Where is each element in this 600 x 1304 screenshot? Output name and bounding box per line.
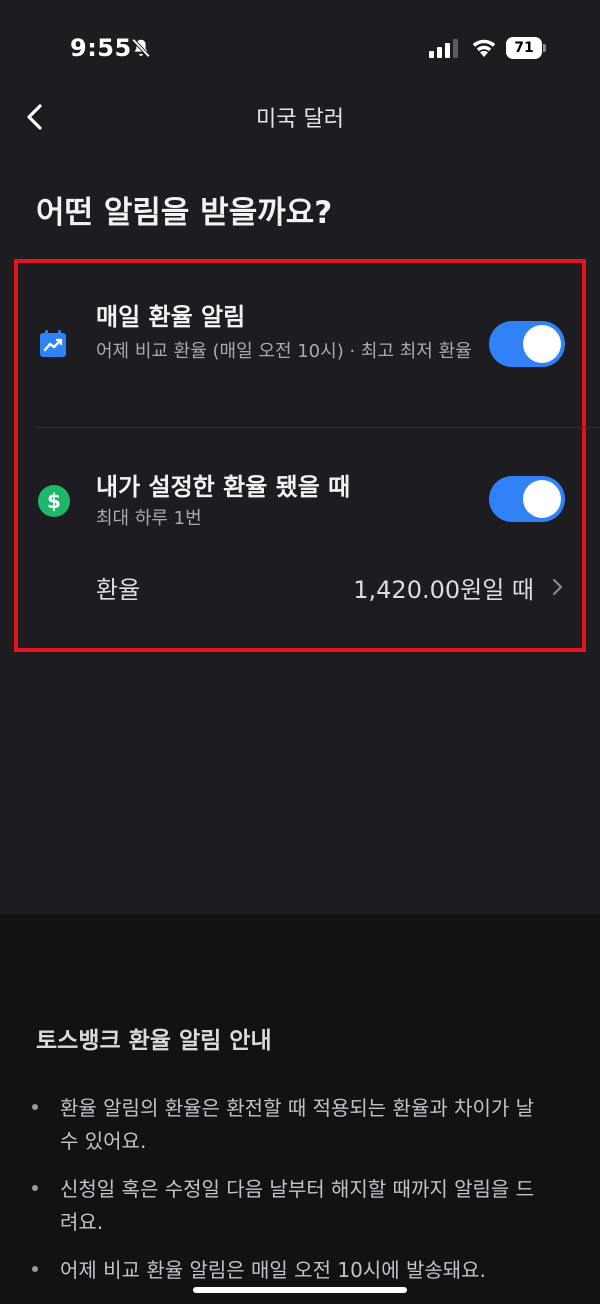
info-text: 신청일 혹은 수정일 다음 날부터 해지할 때까지 알림을 드려요. xyxy=(60,1177,535,1234)
battery-level: 71 xyxy=(514,40,534,56)
setting-title: 내가 설정한 환율 됐을 때 xyxy=(96,473,351,501)
nav-title: 미국 달러 xyxy=(256,107,344,132)
toggle-knob xyxy=(523,480,561,518)
bullet xyxy=(32,1266,38,1272)
rate-setting-row[interactable]: 환율 1,420.00원일 때 xyxy=(0,560,600,612)
toggle-knob xyxy=(523,325,561,363)
setting-daily-rate-alert: 매일 환율 알림 어제 비교 환율 (매일 오전 10시) · 최고 최저 환율 xyxy=(0,292,600,402)
setting-target-rate-alert: $ 내가 설정한 환율 됐을 때 최대 하루 1번 xyxy=(0,462,600,542)
battery-tip xyxy=(543,44,546,52)
info-item: 환율 알림의 환율은 환전할 때 적용되는 환율과 차이가 날 수 있어요. xyxy=(0,1092,600,1158)
status-bar: 9:55 71 xyxy=(0,0,600,96)
divider xyxy=(36,427,600,428)
setting-subtitle: 어제 비교 환율 (매일 오전 10시) · 최고 최저 환율 xyxy=(96,341,472,362)
chevron-right-icon xyxy=(552,578,563,596)
calendar-chart-icon xyxy=(40,330,66,357)
info-title: 토스뱅크 환율 알림 안내 xyxy=(36,1028,272,1054)
info-item: 신청일 혹은 수정일 다음 날부터 해지할 때까지 알림을 드려요. xyxy=(0,1173,600,1239)
battery-icon: 71 xyxy=(506,37,542,59)
home-indicator[interactable] xyxy=(193,1287,407,1293)
info-text: 어제 비교 환율 알림은 매일 오전 10시에 발송돼요. xyxy=(60,1258,486,1282)
screen: 9:55 71 미국 달러 어떤 알림을 받을까요? 매일 환율 알림 어제 비… xyxy=(0,0,600,1304)
info-section: 토스뱅크 환율 알림 안내 환율 알림의 환율은 환전할 때 적용되는 환율과 … xyxy=(0,914,600,1304)
status-time: 9:55 xyxy=(70,34,132,62)
page-title: 어떤 알림을 받을까요? xyxy=(36,195,333,231)
bell-off-icon xyxy=(131,38,151,58)
info-text: 환율 알림의 환율은 환전할 때 적용되는 환율과 차이가 날 수 있어요. xyxy=(60,1096,535,1153)
svg-text:$: $ xyxy=(47,489,61,513)
signal-icon xyxy=(429,39,458,58)
wifi-icon xyxy=(472,39,496,57)
target-alert-toggle[interactable] xyxy=(489,476,565,522)
info-item: 어제 비교 환율 알림은 매일 오전 10시에 발송돼요. xyxy=(0,1254,600,1287)
setting-title: 매일 환율 알림 xyxy=(96,303,246,331)
daily-alert-toggle[interactable] xyxy=(489,321,565,367)
bullet xyxy=(32,1104,38,1110)
info-list: 환율 알림의 환율은 환전할 때 적용되는 환율과 차이가 날 수 있어요. 신… xyxy=(0,1092,600,1302)
rate-value: 1,420.00원일 때 xyxy=(353,576,534,604)
rate-label: 환율 xyxy=(96,576,141,604)
dollar-circle-icon: $ xyxy=(38,485,70,517)
setting-subtitle: 최대 하루 1번 xyxy=(96,508,202,529)
bullet xyxy=(32,1185,38,1191)
